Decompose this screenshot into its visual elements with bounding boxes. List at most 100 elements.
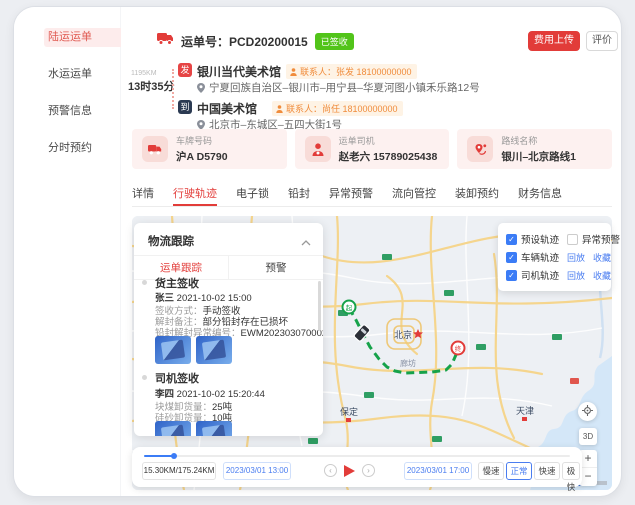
timeline-dot — [142, 280, 147, 285]
speed-slow-button[interactable]: 慢速 — [478, 462, 504, 480]
plate-label: 车牌号码 — [176, 134, 228, 147]
legend-label: 车辆轨迹 — [521, 250, 559, 264]
destination-contact-tag: 联系人：尚任 18100000000 — [272, 101, 403, 116]
route-value: 银川–北京路线1 — [501, 149, 576, 164]
playback-controls: ‹ › — [324, 464, 375, 477]
tab-finance-info[interactable]: 财务信息 — [518, 185, 562, 206]
tab-driving-track[interactable]: 行驶轨迹 — [173, 185, 217, 206]
tab-alerts[interactable]: 预警 — [228, 256, 323, 279]
destination-name: 中国美术馆 — [197, 100, 257, 117]
attachment-thumbnail[interactable] — [155, 336, 191, 364]
app-window: 陆运运单 水运运单 预警信息 分时预约 运单号：PCD20200015 已签收 … — [13, 6, 622, 497]
info-cards: 车牌号码 沪A D5790 运单司机 赵老六 15789025438 路线名称 … — [132, 129, 612, 169]
panel-scrollbar[interactable] — [318, 281, 321, 331]
svg-text:终: 终 — [455, 344, 462, 353]
attachment-thumbnail[interactable] — [196, 336, 232, 364]
route-duration: 13时35分 — [128, 78, 174, 94]
event-person-time: 张三 2021-10-02 15:00 — [155, 290, 252, 304]
truck-icon — [142, 136, 168, 162]
person-icon — [276, 105, 283, 113]
evaluate-button[interactable]: 评价 — [586, 31, 618, 51]
tab-e-lock[interactable]: 电子锁 — [236, 185, 269, 206]
speed-fast-button[interactable]: 快速 — [534, 462, 560, 480]
speed-normal-button[interactable]: 正常 — [506, 462, 532, 480]
playback-bar: 15.30KM/175.24KM 2023/03/01 13:00 ‹ › 20… — [132, 447, 582, 487]
end-time-input[interactable]: 2023/03/01 17:00 — [404, 462, 472, 480]
driver-label: 运单司机 — [339, 134, 438, 147]
driver-card: 运单司机 赵老六 15789025438 — [295, 129, 450, 169]
event-title: 货主签收 — [155, 275, 199, 291]
location-pin-icon — [197, 83, 205, 93]
replay-link[interactable]: 回放 — [567, 251, 585, 264]
tracking-panel-title: 物流跟踪 — [148, 233, 194, 249]
step-forward-icon[interactable]: › — [362, 464, 375, 477]
route-label: 路线名称 — [501, 134, 576, 147]
playback-slider[interactable] — [144, 455, 570, 457]
sidebar-item-alert-info[interactable]: 预警信息 — [44, 102, 121, 121]
speed-fastest-button[interactable]: 极快 — [562, 462, 580, 480]
route-icon — [467, 136, 493, 162]
origin-marker-icon: 发 — [178, 63, 192, 77]
map-3d-button[interactable]: 3D — [579, 428, 597, 445]
origin-name: 银川当代美术馆 — [197, 63, 281, 80]
route-distance: 1195KM — [131, 70, 157, 77]
driver-icon — [305, 136, 331, 162]
attachment-thumbnail[interactable] — [196, 421, 232, 436]
checkbox-vehicle-track[interactable]: ✓ — [506, 252, 517, 263]
tab-abnormal-alert[interactable]: 异常预警 — [329, 185, 373, 206]
legend-label: 预设轨迹 — [521, 232, 559, 246]
map-label-langfang: 廊坊 — [400, 358, 416, 368]
tab-details[interactable]: 详情 — [132, 185, 154, 206]
event-title: 司机签收 — [155, 370, 199, 386]
favorite-link[interactable]: 收藏 — [593, 269, 611, 282]
play-icon[interactable] — [344, 465, 355, 477]
logistics-tracking-panel: 物流跟踪 运单跟踪 预警 货主签收 张三 2021-10-02 15:00 签收… — [134, 223, 323, 436]
sidebar-item-time-reservation[interactable]: 分时预约 — [44, 139, 121, 158]
location-pin-icon — [197, 120, 205, 130]
checkbox-preset-track[interactable]: ✓ — [506, 234, 517, 245]
detail-tabs: 详情 行驶轨迹 电子锁 铅封 异常预警 流向管控 装卸预约 财务信息 — [132, 185, 612, 207]
event-person-time: 李四 2021-10-02 15:20:44 — [155, 386, 265, 400]
route-start-marker: 起 — [343, 301, 356, 314]
tab-seal[interactable]: 铅封 — [288, 185, 310, 206]
slider-knob[interactable] — [171, 453, 177, 459]
map-label-tianjin: 天津 — [516, 406, 534, 416]
destination-marker-icon: 到 — [178, 100, 192, 114]
tab-loading-reservation[interactable]: 装卸预约 — [455, 185, 499, 206]
order-header: 运单号：PCD20200015 已签收 — [157, 32, 354, 50]
status-badge: 已签收 — [315, 33, 354, 50]
sidebar-item-land-waybill[interactable]: 陆运运单 — [44, 28, 121, 47]
replay-link[interactable]: 回放 — [567, 269, 585, 282]
step-back-icon[interactable]: ‹ — [324, 464, 337, 477]
chevron-up-icon[interactable] — [301, 233, 311, 251]
person-icon — [290, 68, 297, 76]
truck-icon — [157, 32, 174, 50]
start-time-input[interactable]: 2023/03/01 13:00 — [223, 462, 291, 480]
origin-contact-tag: 联系人：张发 18100000000 — [286, 64, 417, 79]
locate-icon[interactable] — [578, 402, 597, 421]
sidebar: 陆运运单 水运运单 预警信息 分时预约 — [14, 7, 121, 496]
tab-flow-control[interactable]: 流向管控 — [392, 185, 436, 206]
route-card: 路线名称 银川–北京路线1 — [457, 129, 612, 169]
plate-card: 车牌号码 沪A D5790 — [132, 129, 287, 169]
legend-label: 司机轨迹 — [521, 268, 559, 282]
legend-label: 异常预警 — [582, 232, 620, 246]
sidebar-item-water-waybill[interactable]: 水运运单 — [44, 65, 121, 84]
checkbox-abnormal-alert[interactable] — [567, 234, 578, 245]
checkbox-driver-track[interactable]: ✓ — [506, 270, 517, 281]
track-legend-panel: ✓ 预设轨迹 异常预警 ✓ 车辆轨迹 回放 收藏 ✓ 司机轨迹 回放 收藏 — [498, 223, 611, 291]
map-label-beijing: 北京 — [394, 329, 412, 340]
svg-text:起: 起 — [346, 304, 353, 312]
timeline-dot — [142, 375, 147, 380]
fee-upload-button[interactable]: 费用上传 — [528, 31, 580, 51]
distance-readout: 15.30KM/175.24KM — [142, 462, 216, 480]
favorite-link[interactable]: 收藏 — [593, 251, 611, 264]
plate-value: 沪A D5790 — [176, 149, 228, 164]
route-connector — [172, 69, 174, 109]
origin-address: 宁夏回族自治区–银川市–用宁县–华夏河图小镇禾乐路12号 — [197, 80, 480, 95]
attachment-thumbnail[interactable] — [155, 421, 191, 436]
driver-value: 赵老六 15789025438 — [339, 149, 438, 164]
order-number: 运单号：PCD20200015 — [181, 33, 308, 50]
map-label-baoding: 保定 — [340, 406, 358, 417]
route-end-marker: 终 — [452, 342, 465, 355]
